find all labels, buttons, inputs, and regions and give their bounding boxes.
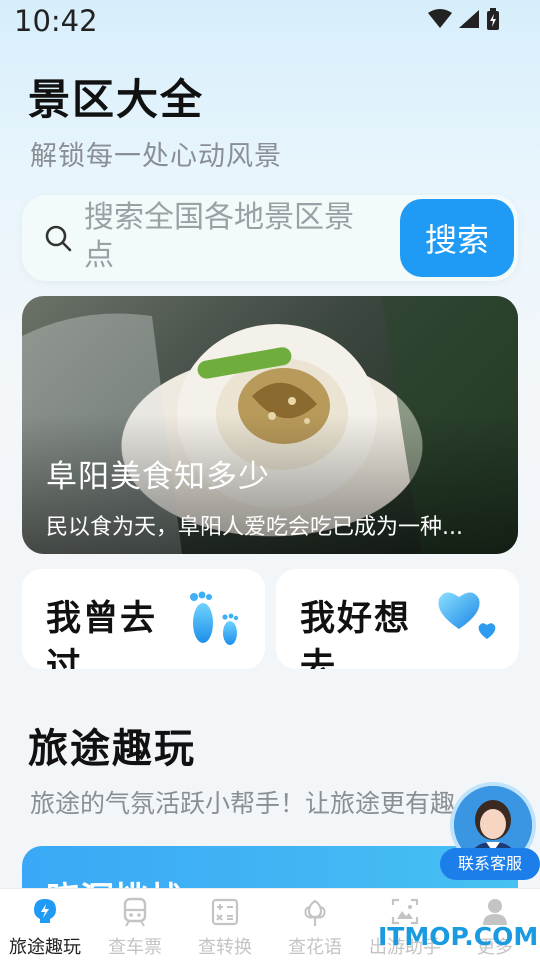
tab-label: 查转换 bbox=[198, 937, 252, 958]
featured-banner[interactable]: 阜阳美食知多少 民以食为天，阜阳人爱吃会吃已成为一种... bbox=[22, 296, 518, 554]
tab-train-tickets[interactable]: 查车票 bbox=[90, 889, 180, 960]
page-subtitle: 解锁每一处心动风景 bbox=[30, 141, 282, 172]
tab-conversion[interactable]: 查转换 bbox=[180, 889, 270, 960]
tab-flower-language[interactable]: 查花语 bbox=[270, 889, 360, 960]
train-icon bbox=[123, 897, 147, 927]
search-input[interactable] bbox=[84, 199, 374, 277]
calculator-icon bbox=[211, 898, 239, 926]
tab-label: 查车票 bbox=[108, 937, 162, 958]
status-bar: 10:42 bbox=[0, 0, 540, 46]
flower-icon bbox=[304, 899, 326, 926]
wishlist-card[interactable]: 我好想去 bbox=[276, 569, 519, 669]
customer-service-button[interactable]: 联系客服 bbox=[440, 782, 540, 888]
tab-travel-fun[interactable]: 旅途趣玩 bbox=[0, 889, 90, 960]
visited-card[interactable]: 我曾去过 bbox=[22, 569, 265, 669]
status-time: 10:42 bbox=[14, 4, 98, 38]
signal-icon bbox=[459, 10, 479, 28]
section-subtitle: 旅途的气氛活跃小帮手！让旅途更有趣 bbox=[30, 789, 456, 818]
search-icon bbox=[45, 225, 72, 252]
banner-description: 民以食为天，阜阳人爱吃会吃已成为一种... bbox=[46, 515, 463, 540]
footprints-icon bbox=[190, 591, 239, 645]
tab-label: 旅途趣玩 bbox=[9, 937, 81, 958]
status-icons bbox=[428, 8, 500, 30]
customer-service-label: 联系客服 bbox=[440, 848, 540, 880]
battery-icon bbox=[487, 8, 499, 30]
tab-label: 查花语 bbox=[288, 937, 342, 958]
wifi-icon bbox=[428, 9, 452, 28]
section-title: 旅途趣玩 bbox=[28, 726, 196, 772]
search-bar: 搜索 bbox=[22, 195, 518, 281]
visited-card-label: 我曾去过 bbox=[46, 599, 158, 669]
lightbulb-icon bbox=[34, 899, 56, 923]
wishlist-card-label: 我好想去 bbox=[300, 599, 412, 669]
search-button[interactable]: 搜索 bbox=[400, 199, 514, 277]
banner-title: 阜阳美食知多少 bbox=[46, 459, 270, 495]
site-watermark: ITMOP.COM bbox=[378, 922, 539, 951]
page-title: 景区大全 bbox=[28, 75, 205, 124]
heart-icon bbox=[438, 592, 496, 639]
